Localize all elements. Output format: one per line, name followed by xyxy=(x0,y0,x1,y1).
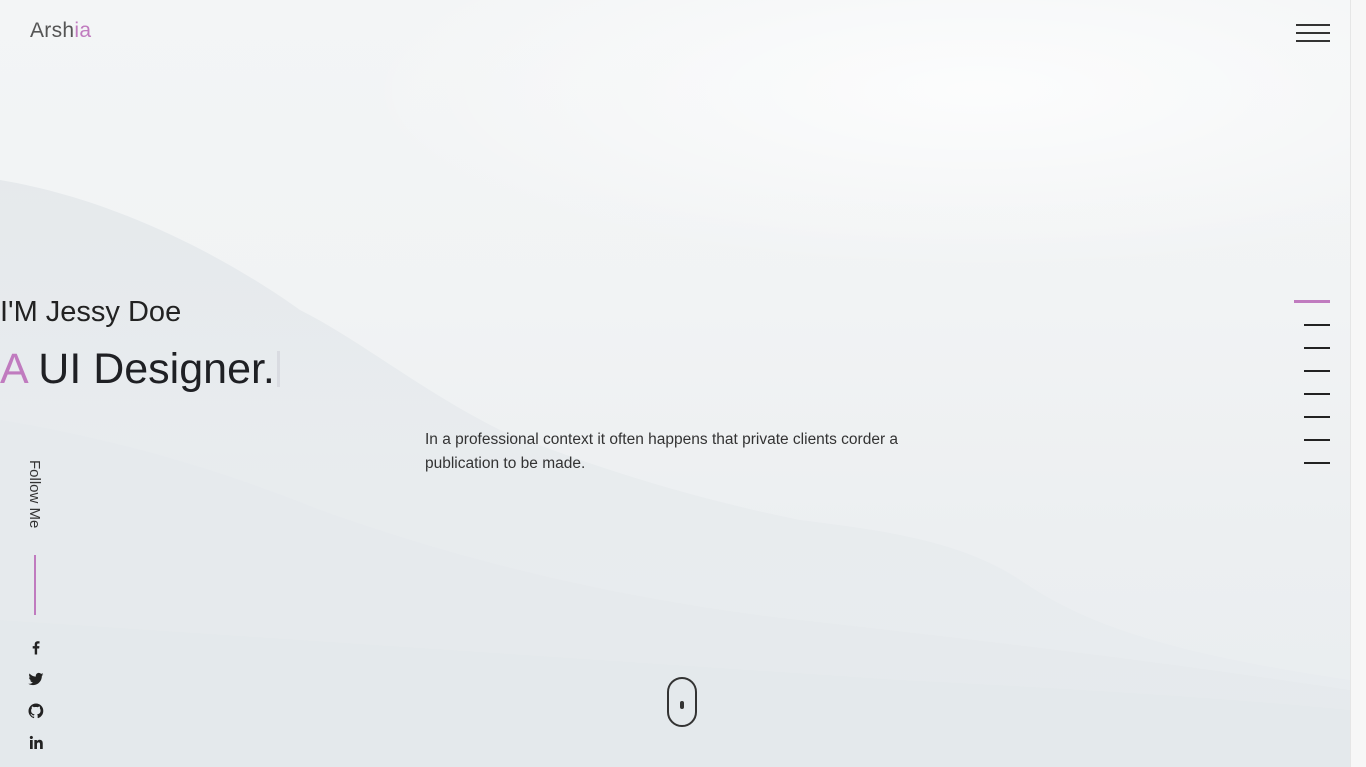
hero-description: In a professional context it often happe… xyxy=(425,431,899,472)
facebook-link[interactable] xyxy=(27,638,45,656)
scrollbar[interactable] xyxy=(1350,0,1366,767)
linkedin-icon xyxy=(29,735,43,749)
section-nav-item-3[interactable] xyxy=(1304,347,1330,349)
mouse-wheel xyxy=(680,701,684,709)
section-nav-item-7[interactable] xyxy=(1304,439,1330,441)
role-article: A xyxy=(0,345,27,393)
github-link[interactable] xyxy=(27,702,45,720)
site-logo[interactable]: Arshia xyxy=(30,19,91,43)
follow-me-label: Follow Me xyxy=(26,460,43,529)
follow-me-label-wrap: Follow Me xyxy=(26,460,44,540)
hamburger-bar xyxy=(1296,24,1330,26)
hero-greeting: I'M Jessy Doe xyxy=(0,296,182,328)
scroll-down-mouse-icon[interactable] xyxy=(667,677,697,727)
logo-text: Arsh xyxy=(30,19,75,42)
twitter-icon xyxy=(28,672,44,686)
follow-divider xyxy=(34,555,36,615)
github-icon xyxy=(28,703,44,719)
facebook-icon xyxy=(32,641,40,655)
section-nav-item-2[interactable] xyxy=(1304,324,1330,326)
menu-toggle-button[interactable] xyxy=(1296,23,1332,45)
logo-accent-text: ia xyxy=(74,19,92,42)
linkedin-link[interactable] xyxy=(27,734,45,752)
twitter-link[interactable] xyxy=(27,670,45,688)
hamburger-bar xyxy=(1296,40,1330,42)
section-nav-item-1[interactable] xyxy=(1294,300,1330,303)
typing-cursor xyxy=(276,351,280,387)
section-nav-item-6[interactable] xyxy=(1304,416,1330,418)
section-nav-item-5[interactable] xyxy=(1304,393,1330,395)
section-nav-item-8[interactable] xyxy=(1304,462,1330,464)
section-nav-item-4[interactable] xyxy=(1304,370,1330,372)
role-text: UI Designer. xyxy=(38,345,275,393)
hamburger-bar xyxy=(1296,32,1330,34)
hero-role-heading: A UI Designer. xyxy=(0,345,1350,394)
